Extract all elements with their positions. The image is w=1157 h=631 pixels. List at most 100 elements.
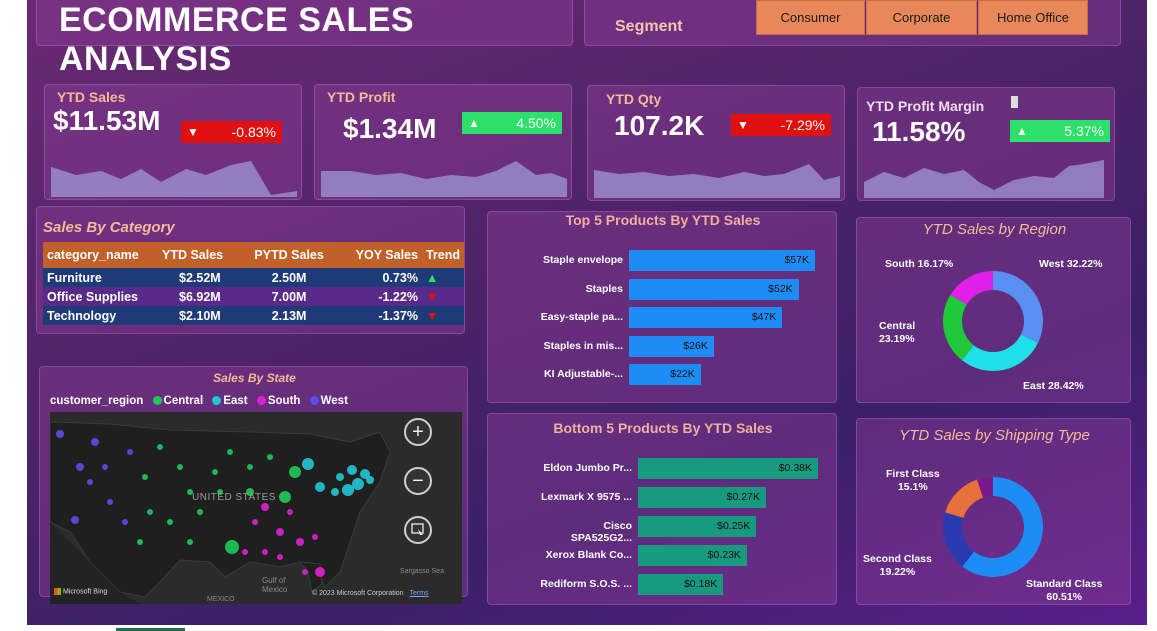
map-bubble[interactable] <box>247 464 253 470</box>
bar[interactable]: $57K <box>629 250 815 271</box>
terms-link[interactable]: Terms <box>410 590 429 597</box>
table-row[interactable]: Technology $2.10M 2.13M -1.37% ▼ <box>43 306 464 325</box>
bar-label: Staples in mis... <box>543 339 623 352</box>
map-bubble[interactable] <box>302 458 314 470</box>
first-class-name: First Class <box>886 468 940 480</box>
map-bubble[interactable] <box>147 509 153 515</box>
bar-value-label: $0.38K <box>778 462 812 474</box>
legend-item[interactable]: West <box>321 395 348 407</box>
map-bubble[interactable] <box>336 473 344 481</box>
map-bubble[interactable] <box>71 516 79 524</box>
map-bubble[interactable] <box>279 491 291 503</box>
legend-item[interactable]: East <box>223 395 247 407</box>
segment-consumer-button[interactable]: Consumer <box>756 0 865 35</box>
kpi-ytd-qty[interactable]: YTD Qty 107.2K ▼ -7.29% <box>587 85 845 201</box>
category-table: category_name YTD Sales PYTD Sales YOY S… <box>43 242 464 325</box>
bar-value-label: $0.25K <box>717 520 751 532</box>
map-bubble[interactable] <box>177 464 183 470</box>
map-bubble[interactable] <box>262 549 268 555</box>
map-bubble[interactable] <box>287 509 293 515</box>
map-bubble[interactable] <box>302 569 308 575</box>
map-bubble[interactable] <box>252 519 258 525</box>
column-header[interactable]: YTD Sales <box>158 242 242 268</box>
map-bubble[interactable] <box>187 539 193 545</box>
map-bubble[interactable] <box>242 549 248 555</box>
kpi-value: $11.53M <box>53 105 161 136</box>
select-area-button[interactable] <box>404 516 432 544</box>
map-bubble[interactable] <box>227 449 233 455</box>
kpi-ytd-sales[interactable]: YTD Sales $11.53M ▼ -0.83% <box>44 84 302 200</box>
map-bubble[interactable] <box>167 519 173 525</box>
donut-slice[interactable] <box>962 334 1038 371</box>
map-bubble[interactable] <box>127 449 133 455</box>
kpi-ytd-profit[interactable]: YTD Profit $1.34M ▲ 4.50% <box>314 84 572 200</box>
map-bubble[interactable] <box>56 430 64 438</box>
map-bubble[interactable] <box>276 528 284 536</box>
map-bubble[interactable] <box>225 540 239 554</box>
map-bubble[interactable] <box>107 499 113 505</box>
map-bubble[interactable] <box>277 554 283 560</box>
map-bubble[interactable] <box>296 538 304 546</box>
donut-slice[interactable] <box>943 294 974 361</box>
map-bubble[interactable] <box>157 444 163 450</box>
bar[interactable]: $47K <box>629 307 783 328</box>
table-row[interactable]: Office Supplies $6.92M 7.00M -1.22% ▼ <box>43 287 464 306</box>
shipping-donut-chart[interactable] <box>933 467 1053 587</box>
column-header[interactable]: PYTD Sales <box>241 242 337 268</box>
map-bubble[interactable] <box>102 464 108 470</box>
map-bubble[interactable] <box>137 539 143 545</box>
bar[interactable]: $52K <box>629 278 799 300</box>
legend-dot-icon <box>212 396 222 406</box>
kpi-ytd-profit-margin[interactable]: YTD Profit Margin 11.58% ▲ 5.37% <box>857 87 1115 201</box>
region-donut-card: YTD Sales by Region South 16.17% West 32… <box>856 217 1131 403</box>
copyright-text: © 2023 Microsoft Corporation <box>312 590 404 597</box>
donut-slice[interactable] <box>945 479 984 518</box>
map-bubble[interactable] <box>289 466 301 478</box>
table-row[interactable]: Furniture $2.52M 2.50M 0.73% ▲ <box>43 268 464 287</box>
map-bubble[interactable] <box>261 503 269 511</box>
map-bubble[interactable] <box>315 567 325 577</box>
bar[interactable]: $0.18K <box>638 574 724 595</box>
map-bubble[interactable] <box>54 494 70 510</box>
map-bubble[interactable] <box>331 488 339 496</box>
map-bubble[interactable] <box>312 534 318 540</box>
arrow-down-icon: ▼ <box>737 118 749 132</box>
map-bubble[interactable] <box>142 474 148 480</box>
map-bubble[interactable] <box>347 465 357 475</box>
map-bubble[interactable] <box>197 509 203 515</box>
map-bubble[interactable] <box>87 479 93 485</box>
kpi-change-badge: ▼ -0.83% <box>181 121 282 143</box>
map-bubble[interactable] <box>366 476 374 484</box>
map-bubble[interactable] <box>315 482 325 492</box>
segment-slicer: Segment Consumer Corporate Home Office <box>584 0 1121 46</box>
bar-value-label: $22K <box>670 368 695 380</box>
legend-dot-icon <box>152 396 162 406</box>
segment-corporate-button[interactable]: Corporate <box>866 0 977 35</box>
us-map[interactable]: UNITED STATES Gulf of Mexico Sargasso Se… <box>50 412 462 604</box>
zoom-in-button[interactable]: + <box>404 418 432 446</box>
bar[interactable]: $0.25K <box>638 516 757 537</box>
map-bubble[interactable] <box>122 519 128 525</box>
zoom-out-button[interactable]: − <box>404 467 432 495</box>
kpi-title: YTD Profit Margin <box>866 98 985 114</box>
map-bubble[interactable] <box>352 478 364 490</box>
segment-home-office-button[interactable]: Home Office <box>978 0 1088 35</box>
legend-item[interactable]: South <box>268 395 301 407</box>
map-bubble[interactable] <box>91 438 99 446</box>
bar-label: Rediform S.O.S. ... <box>540 578 632 590</box>
map-bubble[interactable] <box>76 463 84 471</box>
bar[interactable]: $22K <box>629 364 701 385</box>
bar-value-label: $26K <box>683 339 708 352</box>
donut-slice[interactable] <box>993 271 1043 343</box>
bar[interactable]: $0.23K <box>638 545 747 566</box>
region-donut-chart[interactable] <box>933 261 1053 381</box>
bar[interactable]: $0.38K <box>638 458 818 479</box>
column-header[interactable]: category_name <box>43 242 158 268</box>
map-bubble[interactable] <box>267 454 273 460</box>
legend-item[interactable]: Central <box>164 395 204 407</box>
column-header[interactable]: Trend <box>421 242 464 268</box>
map-bubble[interactable] <box>212 469 218 475</box>
column-header[interactable]: YOY Sales <box>336 242 422 268</box>
bar[interactable]: $0.27K <box>638 487 766 508</box>
bar[interactable]: $26K <box>629 335 714 357</box>
